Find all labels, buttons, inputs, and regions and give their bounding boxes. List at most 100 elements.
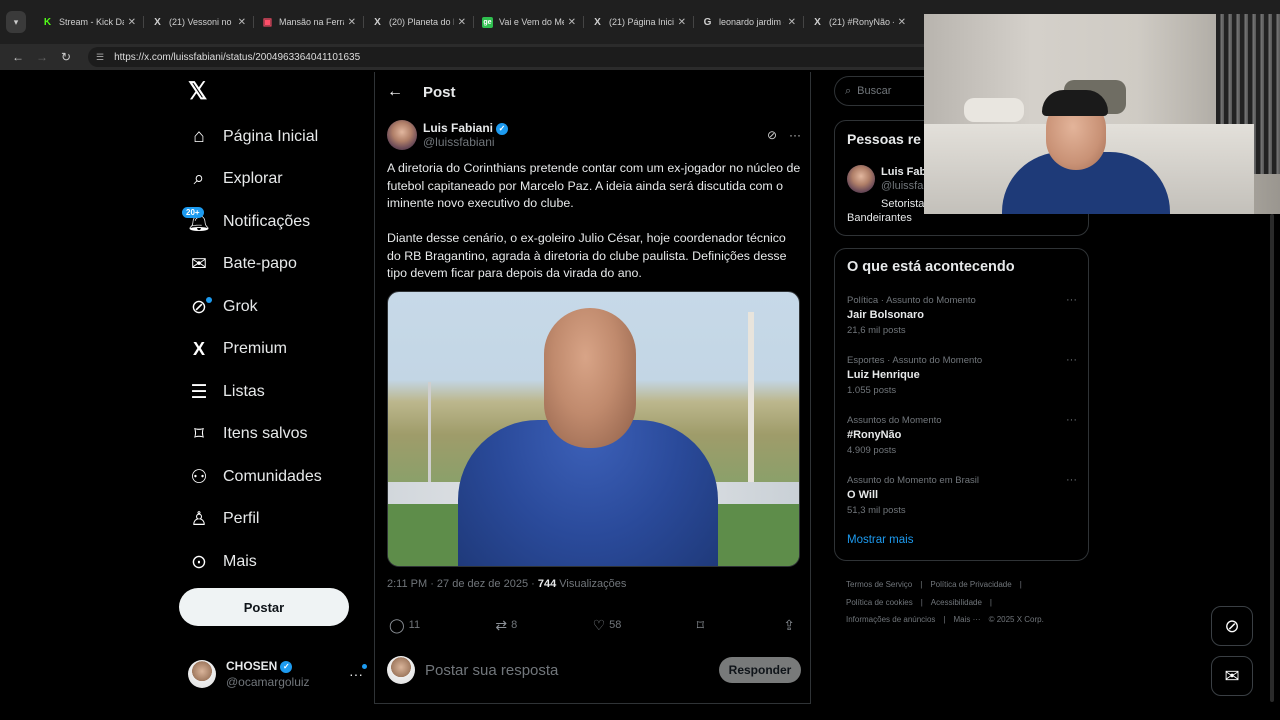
footer-link[interactable]: Mais ··· bbox=[953, 615, 980, 624]
post-meta: 2:11 PM · 27 de dez de 2025 · 744 Visual… bbox=[387, 578, 626, 590]
share-button[interactable]: ⇪ bbox=[783, 617, 799, 634]
footer-link[interactable]: Informações de anúncios bbox=[846, 615, 935, 624]
trends-panel: O que está acontecendo Política · Assunt… bbox=[834, 248, 1089, 561]
more-dots-icon[interactable]: ··· bbox=[1066, 293, 1077, 308]
nav-item-notificações[interactable]: 🔔︎ 20+ Notificações bbox=[182, 207, 311, 237]
people-icon: ⚇ bbox=[190, 466, 208, 488]
reload-icon[interactable]: ↻ bbox=[56, 50, 76, 64]
account-switcher[interactable]: CHOSEN ✓ @ocamargoluiz ··· bbox=[188, 656, 367, 692]
nav-item-label: Explorar bbox=[223, 170, 283, 187]
reply-input[interactable]: Postar sua resposta bbox=[425, 662, 558, 679]
nav-item-grok[interactable]: ⊘ Grok bbox=[188, 292, 258, 322]
grok-icon: ⊘ bbox=[1224, 615, 1240, 636]
messages-float-button[interactable]: ✉ bbox=[1211, 656, 1253, 696]
author-avatar[interactable] bbox=[387, 120, 417, 150]
browser-tab[interactable]: ▣ Mansão na Ferrac ✕ bbox=[254, 8, 364, 36]
bookmark-button[interactable]: ⌑ bbox=[697, 617, 708, 634]
streamer-cap bbox=[1042, 90, 1108, 116]
back-arrow-icon[interactable]: ← bbox=[8, 50, 28, 64]
search-placeholder: Buscar bbox=[857, 85, 892, 97]
suggested-user[interactable]: Luis Fab @luissfa Setorista Bandeirantes bbox=[847, 165, 926, 225]
browser-tab[interactable]: Gleonardo jardim - ✕ bbox=[694, 8, 804, 36]
post-image[interactable] bbox=[387, 291, 800, 567]
nav-item-label: Listas bbox=[223, 383, 265, 400]
nav-item-perfil[interactable]: ♙ Perfil bbox=[188, 504, 259, 534]
browser-tab[interactable]: X (20) Planeta do Fu ✕ bbox=[364, 8, 474, 36]
footer-separator: | bbox=[989, 597, 992, 607]
footer-link[interactable]: Política de cookies bbox=[846, 598, 913, 607]
nav-item-label: Premium bbox=[223, 340, 288, 357]
trend-item[interactable]: Assunto do Momento em Brasil O Will 51,3 m… bbox=[847, 473, 1077, 518]
nav-item-comunidades[interactable]: ⚇ Comunidades bbox=[188, 462, 321, 492]
nav-item-premium[interactable]: X Premium bbox=[188, 334, 287, 364]
tab-search-button[interactable]: ▾ bbox=[6, 11, 26, 33]
person-head bbox=[544, 308, 636, 448]
repost-count: 8 bbox=[511, 619, 518, 631]
footer-separator: | bbox=[920, 580, 923, 589]
close-tab-icon[interactable]: ✕ bbox=[348, 17, 356, 28]
post-column: ← Post Luis Fabiani ✓ @luissfabiani ⊘ ···… bbox=[374, 72, 811, 704]
trend-posts: 1.055 posts bbox=[847, 385, 897, 396]
mail-icon: ✉ bbox=[191, 253, 207, 275]
close-tab-icon[interactable]: ✕ bbox=[898, 17, 906, 28]
nav-item-label: Itens salvos bbox=[223, 425, 308, 442]
notification-dot bbox=[362, 664, 367, 669]
nav-item-explorar[interactable]: ⌕ Explorar bbox=[188, 164, 283, 194]
more-dots-icon[interactable]: ··· bbox=[1066, 353, 1077, 368]
close-tab-icon[interactable]: ✕ bbox=[788, 17, 796, 28]
post-paragraph: Diante desse cenário, o ex-goleiro Julio… bbox=[387, 231, 787, 280]
nav-item-bate-papo[interactable]: ✉ Bate-papo bbox=[188, 249, 297, 279]
reply-count: 11 bbox=[408, 619, 421, 631]
post-button[interactable]: Postar bbox=[179, 588, 349, 626]
show-more-link[interactable]: Mostrar mais bbox=[847, 534, 913, 546]
trend-item[interactable]: Esportes · Assunto do Momento Luiz Henriq… bbox=[847, 353, 1077, 398]
close-tab-icon[interactable]: ✕ bbox=[238, 17, 246, 28]
author-handle[interactable]: @luissfabiani bbox=[423, 135, 508, 149]
browser-tab[interactable]: X (21) #RonyNão - ✕ bbox=[804, 8, 914, 36]
author-name[interactable]: Luis Fabiani bbox=[423, 121, 493, 135]
repost-button[interactable]: ⇄ 8 bbox=[495, 617, 517, 634]
footer-link[interactable]: Acessibilidade bbox=[931, 598, 982, 607]
forward-arrow-icon[interactable]: → bbox=[32, 50, 52, 64]
nav-item-listas[interactable]: ☰ Listas bbox=[188, 377, 265, 407]
close-tab-icon[interactable]: ✕ bbox=[458, 17, 466, 28]
browser-tab[interactable]: ge Vai e Vem do Mer ✕ bbox=[474, 8, 584, 36]
back-arrow-icon[interactable]: ← bbox=[387, 83, 403, 101]
browser-tab[interactable]: K Stream - Kick Das ✕ bbox=[34, 8, 144, 36]
x-icon: X bbox=[594, 16, 601, 28]
nav-item-página-inicial[interactable]: ⌂ Página Inicial bbox=[188, 122, 318, 152]
tab-title: Mansão na Ferrac bbox=[279, 17, 344, 27]
more-dots-icon[interactable]: ··· bbox=[1066, 473, 1077, 488]
nav-item-mais[interactable]: ⊙ Mais bbox=[188, 547, 257, 577]
browser-tab[interactable]: X (21) Vessoni no X ✕ bbox=[144, 8, 254, 36]
footer-link[interactable]: Política de Privacidade bbox=[930, 580, 1011, 589]
like-button[interactable]: ♡ 58 bbox=[593, 617, 622, 634]
grok-icon[interactable]: ⊘ bbox=[767, 128, 777, 142]
views-label: Visualizações bbox=[559, 578, 627, 590]
trend-item[interactable]: Política · Assunto do Momento Jair Bolson… bbox=[847, 293, 1077, 338]
x-logo-icon[interactable]: 𝕏 bbox=[188, 80, 210, 104]
ge-icon: ge bbox=[482, 16, 493, 28]
more-dots-icon[interactable]: ··· bbox=[789, 128, 801, 142]
more-dots-icon[interactable]: ··· bbox=[349, 664, 367, 682]
grok-float-button[interactable]: ⊘ bbox=[1211, 606, 1253, 646]
avatar bbox=[387, 656, 415, 684]
tab-title: leonardo jardim - bbox=[719, 17, 784, 27]
browser-tab[interactable]: X (21) Página Inicial ✕ bbox=[584, 8, 694, 36]
post-timestamp[interactable]: 2:11 PM · 27 de dez de 2025 · bbox=[387, 578, 538, 590]
nav-item-itens-salvos[interactable]: ⌑ Itens salvos bbox=[188, 419, 307, 449]
account-handle: @ocamargoluiz bbox=[226, 675, 310, 689]
reply-submit-button[interactable]: Responder bbox=[719, 657, 801, 683]
repost-icon: ⇄ bbox=[495, 616, 508, 633]
site-info-icon[interactable]: ☰ bbox=[96, 52, 104, 63]
close-tab-icon[interactable]: ✕ bbox=[568, 17, 576, 28]
trend-item[interactable]: Assuntos do Momento #RonyNão 4.909 posts ··… bbox=[847, 413, 1077, 458]
nav-item-label: Notificações bbox=[223, 213, 311, 230]
scrollbar-thumb[interactable] bbox=[1270, 214, 1274, 702]
reply-button[interactable]: ◯ 11 bbox=[389, 617, 420, 634]
close-tab-icon[interactable]: ✕ bbox=[128, 17, 136, 28]
more-dots-icon[interactable]: ··· bbox=[1066, 413, 1077, 428]
scrollbar[interactable] bbox=[1268, 214, 1276, 704]
close-tab-icon[interactable]: ✕ bbox=[678, 17, 686, 28]
footer-link[interactable]: Termos de Serviço bbox=[846, 580, 912, 589]
